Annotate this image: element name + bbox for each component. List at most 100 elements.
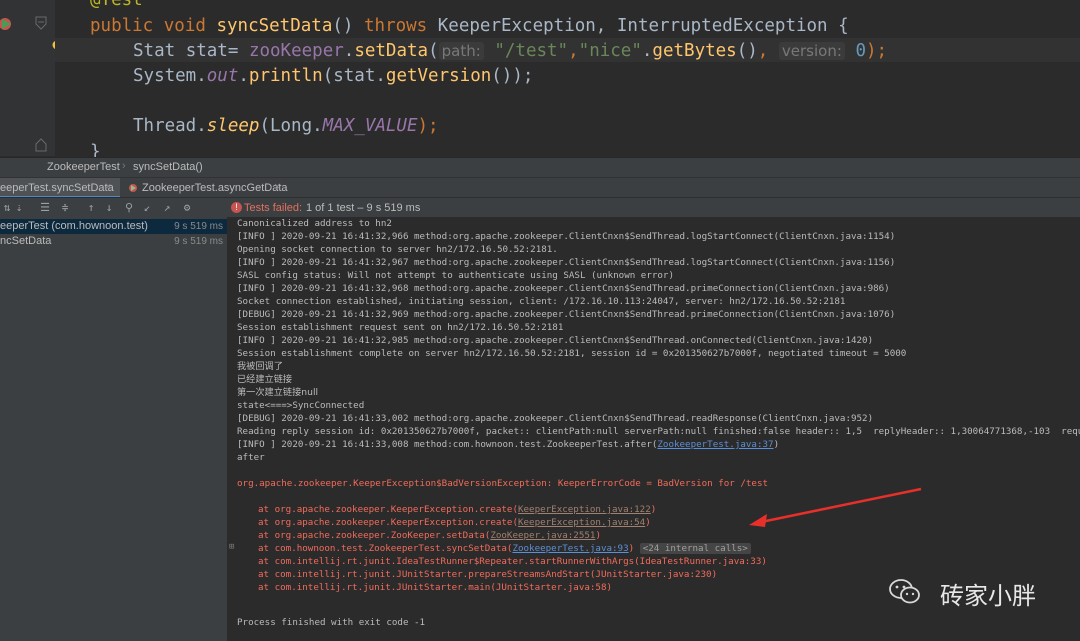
tree-item-time: 9 s 519 ms (174, 236, 223, 247)
console-line: state<===>SyncConnected (237, 400, 365, 411)
console-line: 已经建立链接 (237, 374, 293, 385)
search-icon[interactable]: ⚲ (122, 201, 136, 215)
console-line: [DEBUG] 2020-09-21 16:41:32,969 method:o… (237, 309, 896, 320)
console-line: [INFO ] 2020-09-21 16:41:32,968 method:o… (237, 283, 890, 294)
stack-frame: at com.intellij.rt.junit.JUnitStarter.pr… (258, 569, 718, 580)
expand-all-icon[interactable]: ☰ (38, 201, 52, 215)
console-line: Opening socket connection to server hn2/… (237, 244, 558, 255)
fold-end-icon[interactable] (35, 138, 47, 152)
parens: () (736, 41, 758, 61)
close-icon[interactable]: × (274, 181, 280, 193)
breadcrumb: ZookeeperTest › syncSetData() (0, 157, 1080, 178)
watermark-text: 砖家小胖 (940, 582, 1036, 610)
method-sleep: sleep (206, 116, 260, 136)
stack-link[interactable]: KeeperException.java:122 (518, 504, 651, 515)
field-out: out (206, 66, 239, 86)
export-tests-icon[interactable]: ↗ (160, 201, 174, 215)
paren-close: ); (865, 41, 888, 61)
tree-item-label: ncSetData (0, 235, 52, 247)
internal-calls-fold[interactable]: <24 internal calls> (639, 543, 751, 554)
source-link[interactable]: ZookeeperTest.java:37 (657, 439, 773, 450)
console-line: 我被回调了 (237, 361, 283, 372)
run-tabs: eeperTest.syncSetData × ZookeeperTest.as… (0, 177, 1080, 198)
dot: . (196, 116, 207, 136)
test-error-icon (129, 184, 137, 192)
dot: . (196, 66, 207, 86)
tree-item-label: eeperTest (com.hownoon.test) (0, 220, 148, 232)
dot: . (238, 66, 249, 86)
field-zookeeper: zooKeeper (248, 41, 344, 61)
console-line: [INFO ] 2020-09-21 16:41:32,967 method:o… (237, 257, 896, 268)
keyword-public: public (90, 16, 154, 36)
stack-text: at org.apache.zookeeper.KeeperException.… (258, 517, 518, 528)
code-editor[interactable]: @Test public void syncSetData() throws K… (0, 0, 1080, 162)
breadcrumb-method[interactable]: syncSetData() (133, 161, 203, 173)
stack-frame-user: at com.hownoon.test.ZookeeperTest.syncSe… (258, 542, 751, 555)
settings-icon[interactable]: ⚙ (180, 201, 194, 215)
run-test-icon[interactable] (0, 13, 16, 35)
breadcrumb-class[interactable]: ZookeeperTest (47, 161, 120, 173)
code-line-println[interactable]: System.out.println(stat.getVersion()); (133, 64, 533, 88)
number-zero: 0 (855, 41, 866, 61)
tab-label: eeperTest.syncSetData (0, 182, 114, 194)
stack-text: ) (650, 504, 657, 515)
sort-duration-icon[interactable]: ⇣ (12, 201, 26, 215)
code-line-method-signature[interactable]: public void syncSetData() throws KeeperE… (90, 14, 849, 38)
comma: , (568, 41, 579, 61)
console-line-after-info: [INFO ] 2020-09-21 16:41:33,008 method:c… (237, 438, 779, 451)
console-line: [DEBUG] 2020-09-21 16:41:33,002 method:o… (237, 413, 874, 424)
open-brace: { (838, 16, 849, 36)
tree-item-test-method[interactable]: ncSetData 9 s 519 ms (0, 234, 227, 249)
paren-open: ( (428, 41, 439, 61)
stack-text: at org.apache.zookeeper.ZooKeeper.setDat… (258, 530, 491, 541)
console-line: Session establishment complete on server… (237, 348, 907, 359)
args-close: ); (417, 116, 439, 136)
console-line: Reading reply session id: 0x201350627b70… (237, 426, 1080, 437)
keyword-void: void (163, 16, 206, 36)
stack-text: at org.apache.zookeeper.KeeperException.… (258, 504, 518, 515)
collapse-all-icon[interactable]: ≑ (58, 201, 72, 215)
console-line: Socket connection established, initiatin… (237, 296, 846, 307)
import-tests-icon[interactable]: ↙ (140, 201, 154, 215)
failed-status-icon: ! (231, 202, 242, 213)
method-getversion: getVersion (385, 66, 492, 86)
var-stat: stat (185, 41, 228, 61)
stack-link[interactable]: KeeperException.java:54 (518, 517, 645, 528)
method-name: syncSetData (216, 16, 333, 36)
args-close: ()); (491, 66, 534, 86)
code-line-annotation[interactable]: @Test (90, 0, 143, 12)
fold-marker-icon[interactable] (35, 16, 47, 30)
code-line-sleep[interactable]: Thread.sleep(Long.MAX_VALUE); (133, 114, 439, 138)
tab-sync-set-data[interactable]: eeperTest.syncSetData × (0, 178, 120, 198)
const-max-value: MAX_VALUE (322, 116, 418, 136)
tests-failed-detail: 1 of 1 test – 9 s 519 ms (306, 202, 421, 214)
close-icon[interactable]: × (105, 181, 111, 193)
tree-item-time: 9 s 519 ms (174, 221, 223, 232)
log-text: [INFO ] 2020-09-21 16:41:33,008 method:c… (237, 439, 658, 450)
method-setdata: setData (354, 41, 429, 61)
stack-link[interactable]: ZookeeperTest.java:93 (512, 543, 628, 554)
dot: . (343, 41, 355, 61)
assign-op: = (227, 41, 239, 61)
param-hint-path: path: (438, 42, 484, 60)
console-line: 第一次建立链接null (237, 387, 319, 398)
stack-text: at com.hownoon.test.ZookeeperTest.syncSe… (258, 543, 513, 554)
fold-expand-icon[interactable]: ⊞ (229, 542, 234, 552)
console-line: Session establishment request sent on hn… (237, 322, 564, 333)
previous-failed-icon[interactable]: ↑ (84, 201, 98, 215)
tab-async-get-data[interactable]: ZookeeperTest.asyncGetData × (122, 178, 292, 198)
tests-failed-label: Tests failed: (244, 202, 303, 214)
method-parens: () (332, 16, 354, 36)
stack-frame: at org.apache.zookeeper.KeeperException.… (258, 503, 656, 516)
console-line: after (237, 452, 265, 463)
next-failed-icon[interactable]: ↓ (102, 201, 116, 215)
code-line-set-data[interactable]: Stat stat= zooKeeper.setData(path: "/tes… (133, 39, 887, 63)
red-arrow-annotation (749, 487, 922, 527)
stack-text: ) (645, 517, 651, 528)
stack-link[interactable]: ZooKeeper.java:2551 (490, 530, 595, 541)
tab-label: ZookeeperTest.asyncGetData (142, 182, 288, 194)
tree-item-test-class[interactable]: eeperTest (com.hownoon.test) 9 s 519 ms (0, 219, 227, 234)
exception-message: org.apache.zookeeper.KeeperException$Bad… (237, 478, 769, 489)
test-status-bar: ! Tests failed: 1 of 1 test – 9 s 519 ms (227, 197, 1080, 218)
log-text: ) (773, 439, 780, 450)
